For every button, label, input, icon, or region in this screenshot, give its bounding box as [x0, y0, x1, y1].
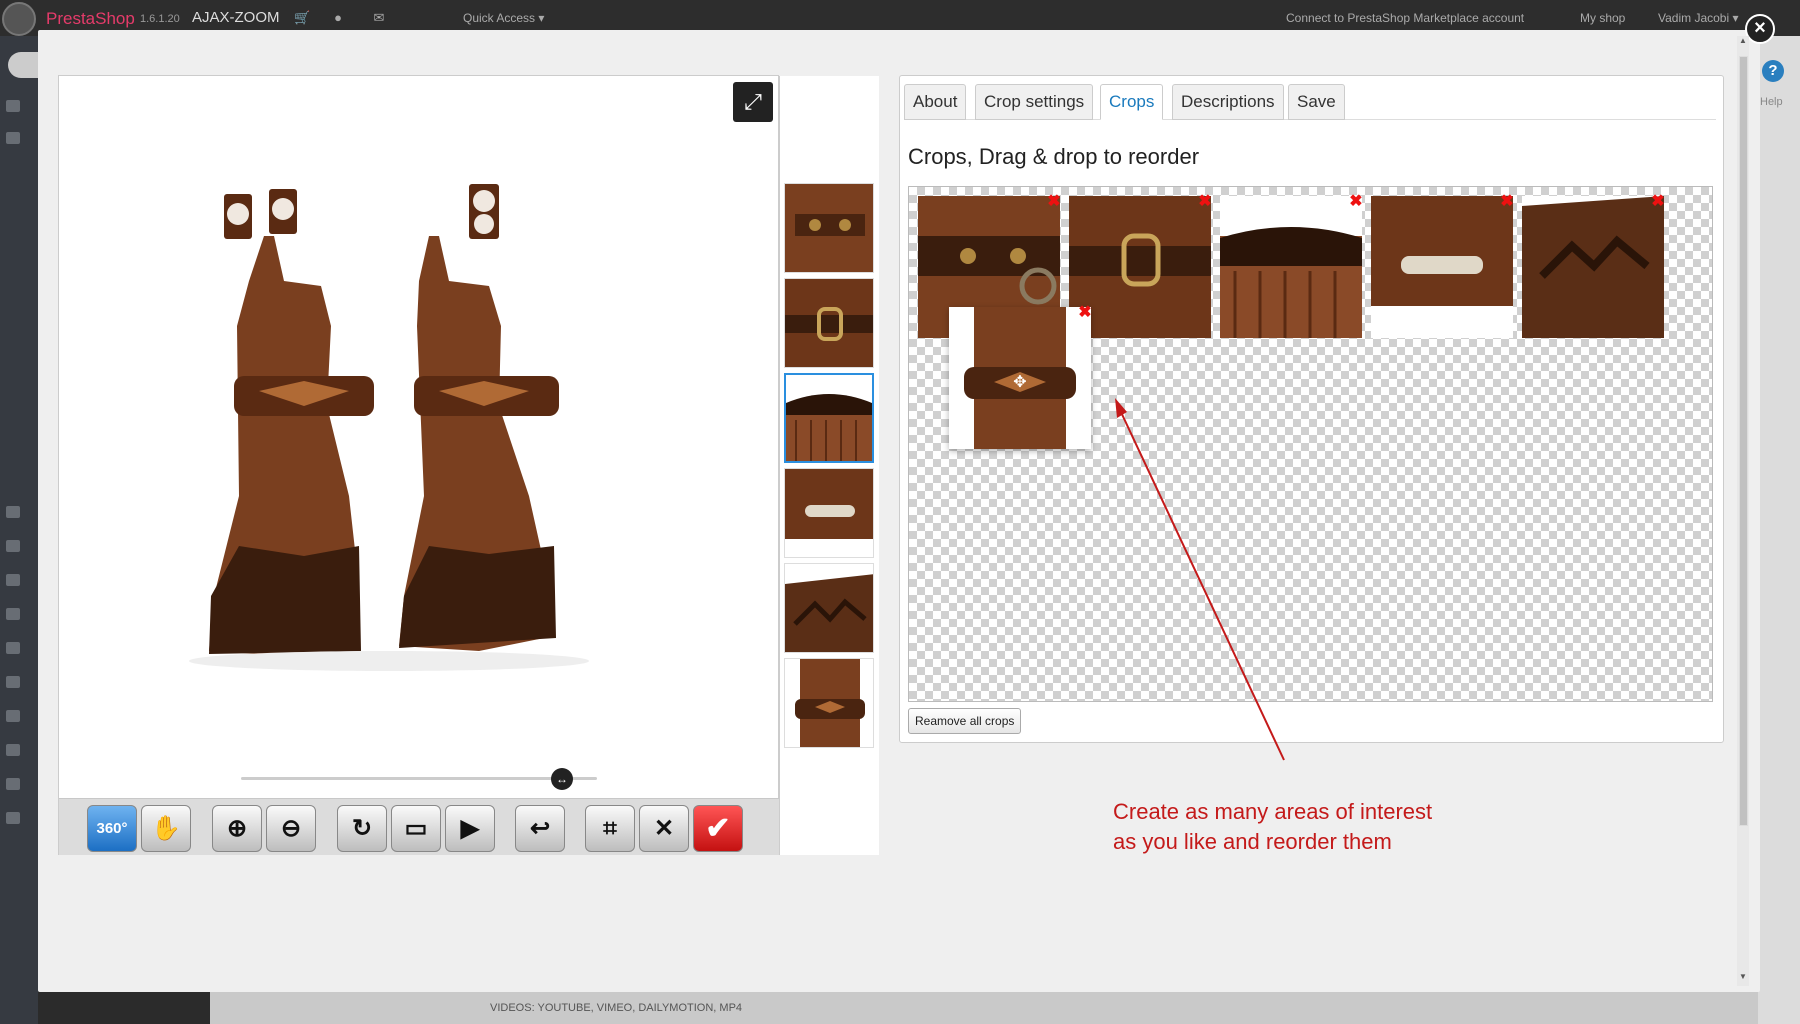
annotation-caption: Create as many areas of interest as you … — [1113, 797, 1432, 857]
annotation-arrow — [1115, 398, 1285, 761]
annotation-line-1: Create as many areas of interest — [1113, 799, 1433, 824]
annotation-line-2: as you like and reorder them — [1113, 829, 1392, 854]
